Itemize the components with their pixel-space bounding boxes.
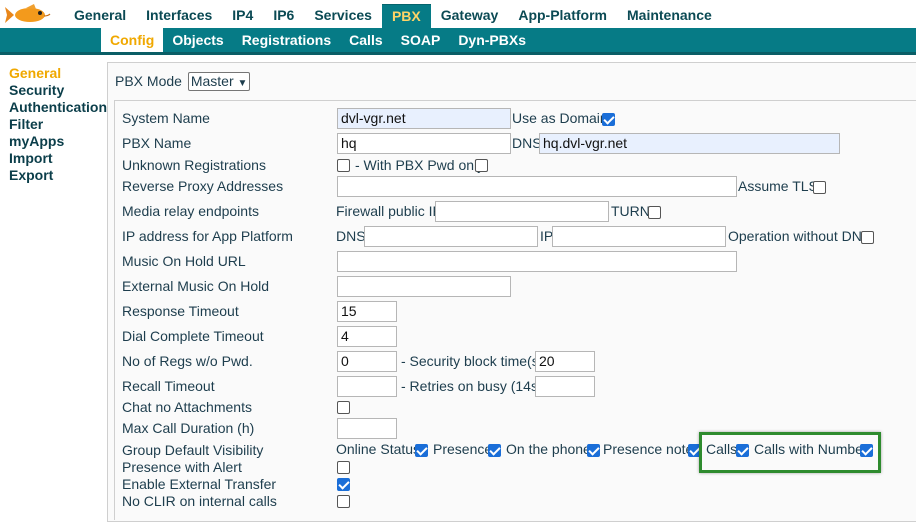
- subtab-dyn-pbxs[interactable]: Dyn-PBXs: [449, 28, 535, 52]
- security-block-time-label: - Security block time(s): [401, 353, 544, 369]
- operation-without-dns-checkbox[interactable]: [861, 231, 874, 244]
- pbx-dns-label: DNS: [512, 135, 542, 151]
- with-pbx-pwd-checkbox[interactable]: [475, 159, 488, 172]
- top-nav: General Interfaces IP4 IP6 Services PBX …: [0, 0, 916, 28]
- moh-url-label: Music On Hold URL: [122, 253, 246, 269]
- turn-checkbox[interactable]: [648, 206, 661, 219]
- sidebar-item-filter[interactable]: Filter: [9, 116, 107, 133]
- no-clir-label: No CLIR on internal calls: [122, 493, 277, 509]
- unknown-registrations-label: Unknown Registrations: [122, 157, 266, 173]
- sidebar-item-authentication[interactable]: Authentication: [9, 99, 107, 116]
- ext-moh-input[interactable]: [337, 276, 511, 297]
- online-status-checkbox[interactable]: [415, 444, 428, 457]
- media-relay-label: Media relay endpoints: [122, 203, 259, 219]
- turn-label: TURN: [611, 203, 650, 219]
- system-name-input[interactable]: dvl-vgr.net: [337, 108, 511, 129]
- app-platform-ip-label: IP address for App Platform: [122, 228, 293, 244]
- use-as-domain-checkbox[interactable]: [602, 113, 615, 126]
- tab-interfaces[interactable]: Interfaces: [136, 4, 222, 28]
- use-as-domain-label: Use as Domain: [512, 110, 608, 126]
- max-call-duration-input[interactable]: [337, 418, 397, 439]
- tab-pbx[interactable]: PBX: [381, 4, 431, 28]
- tab-services[interactable]: Services: [304, 4, 382, 28]
- reverse-proxy-input[interactable]: [337, 176, 737, 197]
- presence-label: Presence: [433, 441, 493, 457]
- subtab-config[interactable]: Config: [101, 28, 164, 52]
- pbx-name-label: PBX Name: [122, 135, 192, 151]
- presence-checkbox[interactable]: [488, 444, 501, 457]
- tab-maintenance[interactable]: Maintenance: [617, 4, 722, 28]
- pbx-mode-select[interactable]: Master ▼: [187, 72, 251, 91]
- chevron-down-icon: ▼: [237, 78, 248, 89]
- external-transfer-label: Enable External Transfer: [122, 476, 277, 492]
- response-timeout-input[interactable]: 15: [337, 301, 397, 322]
- recall-timeout-input[interactable]: [337, 376, 397, 397]
- on-the-phone-checkbox[interactable]: [587, 444, 600, 457]
- sidebar-item-export[interactable]: Export: [9, 167, 107, 184]
- subtab-registrations[interactable]: Registrations: [233, 28, 340, 52]
- reverse-proxy-label: Reverse Proxy Addresses: [122, 178, 284, 194]
- sidebar: General Security Authentication Filter m…: [9, 65, 107, 184]
- sub-nav-divider: [0, 52, 916, 55]
- dial-complete-timeout-label: Dial Complete Timeout: [122, 328, 264, 344]
- response-timeout-label: Response Timeout: [122, 303, 239, 319]
- tab-gateway[interactable]: Gateway: [431, 4, 509, 28]
- tab-app-platform[interactable]: App-Platform: [508, 4, 617, 28]
- max-call-duration-label: Max Call Duration (h): [122, 420, 255, 436]
- moh-url-input[interactable]: [337, 251, 737, 272]
- system-name-label: System Name: [122, 110, 210, 126]
- chat-no-attachments-checkbox[interactable]: [337, 401, 350, 414]
- sidebar-item-general[interactable]: General: [9, 65, 107, 82]
- retries-on-busy-label: - Retries on busy (14s): [401, 378, 543, 394]
- sidebar-item-import[interactable]: Import: [9, 150, 107, 167]
- regs-wo-pwd-label: No of Regs w/o Pwd.: [122, 353, 253, 369]
- firewall-public-ip-input[interactable]: [435, 201, 609, 222]
- assume-tls-label: Assume TLS: [738, 178, 818, 194]
- security-block-time-input[interactable]: 20: [535, 351, 595, 372]
- external-transfer-checkbox[interactable]: [337, 478, 350, 491]
- goldfish-logo-icon: [5, 4, 51, 23]
- pbx-mode-value: Master: [190, 73, 234, 89]
- ext-moh-label: External Music On Hold: [122, 278, 270, 294]
- sidebar-item-security[interactable]: Security: [9, 82, 107, 99]
- dial-complete-timeout-input[interactable]: 4: [337, 326, 397, 347]
- on-the-phone-label: On the phone: [506, 441, 591, 457]
- tab-ip4[interactable]: IP4: [222, 4, 263, 28]
- sidebar-item-myapps[interactable]: myApps: [9, 133, 107, 150]
- unknown-registrations-checkbox[interactable]: [337, 159, 350, 172]
- app-platform-dns-label: DNS: [336, 228, 366, 244]
- subtab-objects[interactable]: Objects: [163, 28, 232, 52]
- no-clir-checkbox[interactable]: [337, 495, 350, 508]
- app-platform-dns-input[interactable]: [364, 226, 538, 247]
- presence-alert-label: Presence with Alert: [122, 459, 242, 475]
- chat-no-attachments-label: Chat no Attachments: [122, 399, 252, 415]
- app-platform-ip-input[interactable]: [552, 226, 726, 247]
- subtab-calls[interactable]: Calls: [340, 28, 391, 52]
- recall-timeout-label: Recall Timeout: [122, 378, 215, 394]
- pbx-dns-input[interactable]: hq.dvl-vgr.net: [539, 133, 840, 154]
- pbx-mode-row: PBX Mode Master ▼: [115, 72, 251, 91]
- assume-tls-checkbox[interactable]: [813, 181, 826, 194]
- tab-ip6[interactable]: IP6: [263, 4, 304, 28]
- with-pbx-pwd-label: - With PBX Pwd only: [355, 157, 485, 173]
- highlight-box: [699, 432, 881, 473]
- retries-on-busy-input[interactable]: [535, 376, 595, 397]
- operation-without-dns-label: Operation without DNS: [728, 228, 872, 244]
- sub-nav: Config Objects Registrations Calls SOAP …: [101, 28, 535, 52]
- online-status-label: Online Status: [336, 441, 421, 457]
- pbx-name-input[interactable]: hq: [337, 133, 511, 154]
- regs-wo-pwd-input[interactable]: 0: [337, 351, 397, 372]
- presence-alert-checkbox[interactable]: [337, 461, 350, 474]
- group-visibility-label: Group Default Visibility: [122, 442, 264, 458]
- subtab-soap[interactable]: SOAP: [392, 28, 450, 52]
- firewall-public-ip-label: Firewall public IP: [336, 203, 442, 219]
- tab-general[interactable]: General: [64, 4, 136, 28]
- pbx-mode-label: PBX Mode: [115, 73, 182, 89]
- presence-note-label: Presence note: [603, 441, 694, 457]
